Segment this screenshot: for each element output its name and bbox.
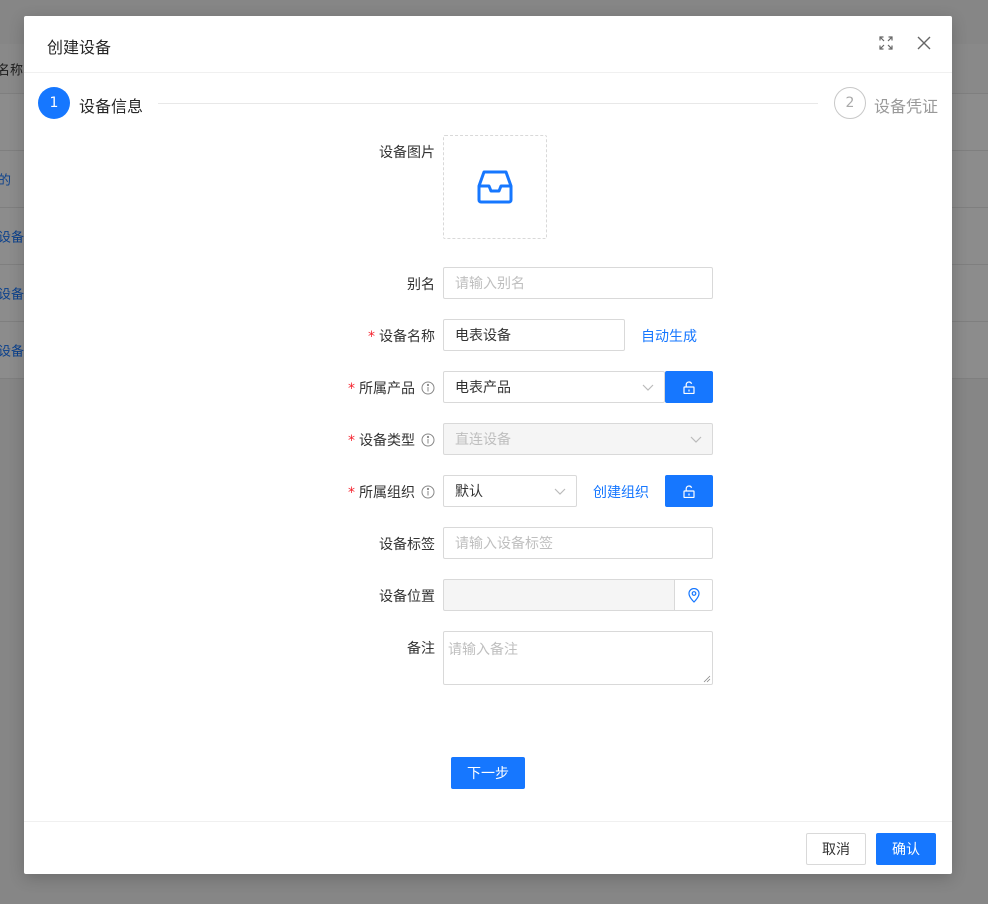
- resize-grip-icon[interactable]: [703, 675, 711, 683]
- close-icon[interactable]: [915, 34, 933, 52]
- tags-input[interactable]: 请输入设备标签: [443, 527, 713, 559]
- info-icon: [421, 433, 435, 447]
- fullscreen-icon[interactable]: [877, 34, 895, 52]
- auto-generate-link[interactable]: 自动生成: [641, 326, 697, 346]
- modal-footer: 取消 确认: [24, 821, 952, 874]
- info-icon: [421, 485, 435, 499]
- required-mark: *: [348, 485, 355, 501]
- cancel-button[interactable]: 取消: [806, 833, 866, 865]
- remark-label-text: 备注: [407, 641, 435, 657]
- info-icon: [421, 381, 435, 395]
- unlock-icon: [683, 380, 695, 394]
- tags-placeholder: 请输入设备标签: [455, 536, 553, 552]
- step-1-label[interactable]: 设备信息: [79, 93, 143, 117]
- device-type-label: * 设备类型: [235, 430, 435, 450]
- step-2-circle[interactable]: 2: [834, 87, 866, 119]
- location-label-text: 设备位置: [379, 589, 435, 605]
- chevron-down-icon: [690, 436, 702, 443]
- device-name-label: * 设备名称: [235, 326, 435, 346]
- modal-title: 创建设备: [47, 38, 112, 57]
- device-name-value: 电表设备: [455, 328, 511, 344]
- next-step-button[interactable]: 下一步: [451, 757, 525, 789]
- steps-bar: 1 设备信息 2 设备凭证: [38, 87, 938, 121]
- required-mark: *: [348, 433, 355, 449]
- create-org-link[interactable]: 创建组织: [593, 482, 649, 502]
- org-value: 默认: [455, 484, 483, 500]
- device-image-label: 设备图片: [235, 142, 435, 162]
- chevron-down-icon: [554, 488, 566, 495]
- create-device-modal: 创建设备 1 设备信息 2 设备凭证 设备图片 别名 请输入别名 * 设备名称 …: [24, 16, 952, 874]
- alias-placeholder: 请输入别名: [455, 276, 525, 292]
- device-name-label-text: 设备名称: [379, 329, 435, 345]
- device-type-label-text: 设备类型: [359, 433, 415, 449]
- confirm-button[interactable]: 确认: [876, 833, 936, 865]
- step-connector: [158, 103, 818, 104]
- remark-placeholder: 请输入备注: [448, 642, 518, 658]
- product-select[interactable]: 电表产品: [443, 371, 665, 403]
- device-name-input[interactable]: 电表设备: [443, 319, 625, 351]
- location-picker-button[interactable]: [675, 579, 713, 611]
- tags-label-text: 设备标签: [379, 537, 435, 553]
- device-image-label-text: 设备图片: [379, 145, 435, 161]
- step-1-circle[interactable]: 1: [38, 87, 70, 119]
- modal-header: 创建设备: [24, 16, 952, 73]
- device-image-upload[interactable]: [443, 135, 547, 239]
- product-label-text: 所属产品: [359, 381, 415, 397]
- step-2-label[interactable]: 设备凭证: [874, 93, 938, 117]
- org-label-text: 所属组织: [359, 485, 415, 501]
- alias-input[interactable]: 请输入别名: [443, 267, 713, 299]
- product-lock-button[interactable]: [665, 371, 713, 403]
- org-select[interactable]: 默认: [443, 475, 577, 507]
- location-input: [443, 579, 675, 611]
- product-label: * 所属产品: [235, 378, 435, 398]
- remark-label: 备注: [235, 638, 435, 658]
- org-label: * 所属组织: [235, 482, 435, 502]
- tags-label: 设备标签: [235, 534, 435, 554]
- required-mark: *: [368, 329, 375, 345]
- device-type-select: 直连设备: [443, 423, 713, 455]
- inbox-icon: [477, 170, 513, 204]
- location-label: 设备位置: [235, 586, 435, 606]
- map-pin-icon: [687, 587, 700, 603]
- device-type-value: 直连设备: [455, 432, 511, 448]
- product-value: 电表产品: [455, 380, 511, 396]
- alias-label-text: 别名: [407, 277, 435, 293]
- required-mark: *: [348, 381, 355, 397]
- remark-textarea[interactable]: 请输入备注: [443, 631, 713, 685]
- org-lock-button[interactable]: [665, 475, 713, 507]
- chevron-down-icon: [642, 384, 654, 391]
- alias-label: 别名: [235, 274, 435, 294]
- unlock-icon: [683, 484, 695, 498]
